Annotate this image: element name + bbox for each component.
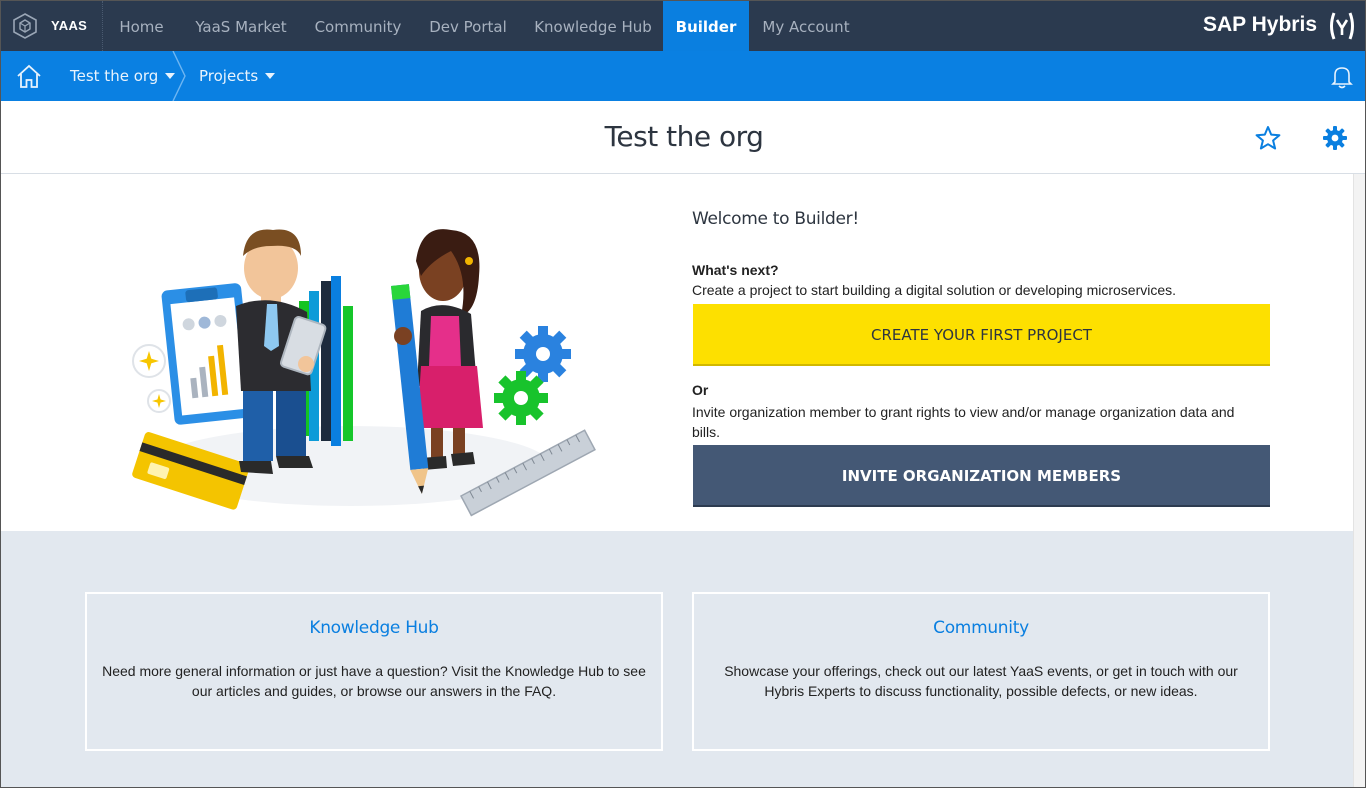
nav-community[interactable]: Community bbox=[303, 1, 413, 51]
invite-description: Invite organization member to grant righ… bbox=[692, 404, 1235, 440]
welcome-title: Welcome to Builder! bbox=[692, 209, 859, 229]
nav-dev-portal[interactable]: Dev Portal bbox=[417, 1, 519, 51]
scrollbar[interactable] bbox=[1353, 174, 1365, 787]
community-link[interactable]: Community bbox=[694, 618, 1268, 638]
yaas-brand[interactable]: YAAS bbox=[1, 1, 103, 51]
nav-knowledge-hub[interactable]: Knowledge Hub bbox=[523, 1, 663, 51]
sap-hybris-logo-icon bbox=[1330, 12, 1354, 40]
top-navigation: YAAS Home YaaS Market Community Dev Port… bbox=[1, 1, 1365, 51]
brand-label: YAAS bbox=[51, 18, 88, 33]
nav-yaas-market[interactable]: YaaS Market bbox=[181, 1, 301, 51]
page-title: Test the org bbox=[604, 120, 764, 153]
nav-home[interactable]: Home bbox=[104, 1, 179, 51]
breadcrumb-org-label: Test the org bbox=[70, 67, 159, 85]
vendor-name: SAP Hybris bbox=[1203, 13, 1317, 36]
create-first-project-button[interactable]: CREATE YOUR FIRST PROJECT bbox=[693, 304, 1270, 366]
invite-organization-members-button[interactable]: INVITE ORGANIZATION MEMBERS bbox=[693, 445, 1270, 507]
breadcrumb-org[interactable]: Test the org bbox=[70, 67, 176, 85]
knowledge-hub-card: Knowledge Hub Need more general informat… bbox=[85, 592, 663, 751]
app-window: YAAS Home YaaS Market Community Dev Port… bbox=[0, 0, 1366, 788]
gear-icon[interactable] bbox=[1322, 125, 1348, 151]
home-icon[interactable] bbox=[16, 63, 42, 89]
community-card: Community Showcase your offerings, check… bbox=[692, 592, 1270, 751]
breadcrumb-projects-label: Projects bbox=[199, 67, 259, 85]
nav-builder[interactable]: Builder bbox=[663, 1, 749, 51]
or-heading: Or bbox=[692, 382, 709, 398]
whats-next-description: Create a project to start building a dig… bbox=[692, 282, 1177, 298]
builder-illustration bbox=[132, 229, 596, 517]
breadcrumb-projects[interactable]: Projects bbox=[199, 67, 276, 85]
knowledge-hub-link[interactable]: Knowledge Hub bbox=[87, 618, 661, 638]
chevron-separator-icon bbox=[172, 51, 186, 101]
bell-icon[interactable] bbox=[1331, 65, 1353, 89]
yaas-cube-icon bbox=[13, 13, 37, 39]
whats-next-heading: What's next? bbox=[692, 262, 779, 278]
community-description: Showcase your offerings, check out our l… bbox=[724, 663, 1238, 699]
chevron-down-icon bbox=[265, 73, 276, 79]
knowledge-hub-description: Need more general information or just ha… bbox=[102, 663, 646, 699]
nav-my-account[interactable]: My Account bbox=[753, 1, 859, 51]
star-icon[interactable] bbox=[1255, 125, 1281, 151]
